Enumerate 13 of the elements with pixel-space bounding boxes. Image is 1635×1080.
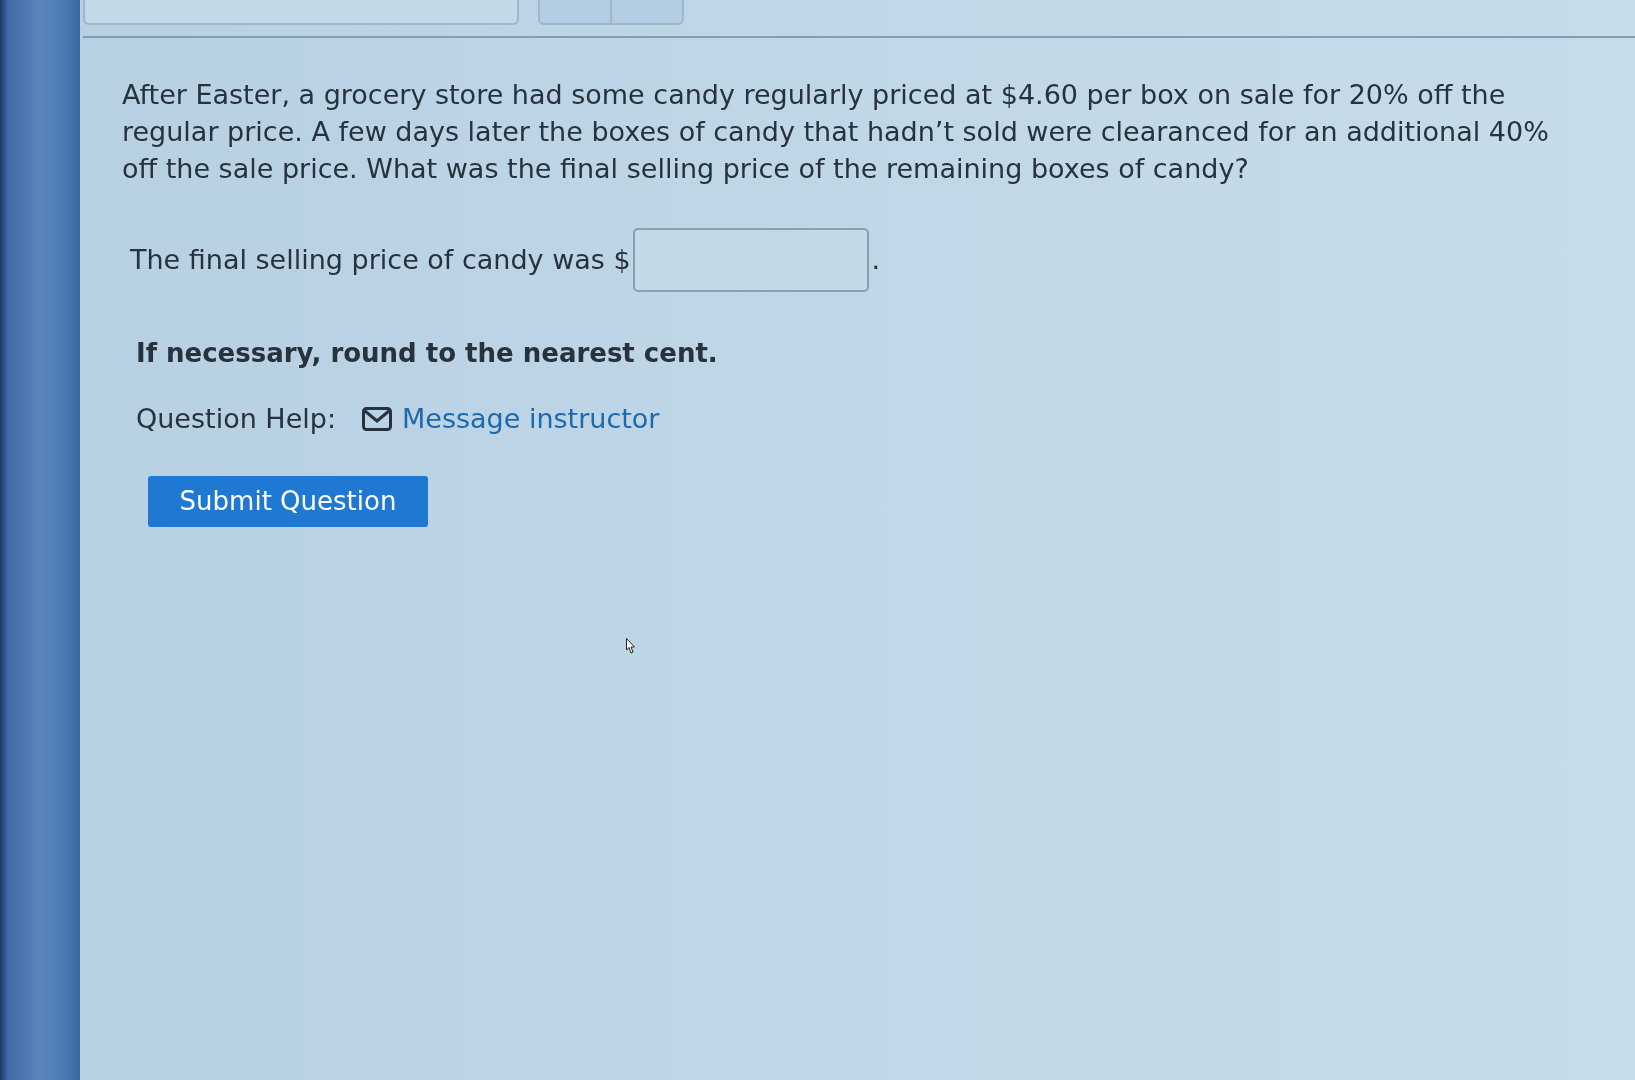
envelope-icon <box>362 407 392 431</box>
rounding-note: If necessary, round to the nearest cent. <box>136 337 718 369</box>
mouse-pointer-icon <box>626 638 635 654</box>
submit-question-button[interactable]: Submit Question <box>148 476 428 527</box>
message-instructor-link[interactable]: Message instructor <box>362 402 660 436</box>
cut-off-button[interactable] <box>611 0 684 25</box>
answer-prompt: The final selling price of candy was $ <box>130 243 631 277</box>
question-text: After Easter, a grocery store had some candy regularly priced at $4.60 per box on sale for 20% off the regular price. A few days later the boxes of candy that hadn’t sold were clearanced for an additional 40% off the sale price. What was the final selling price of the remaining boxes of candy? <box>122 78 1550 186</box>
answer-suffix: . <box>871 243 881 277</box>
answer-field[interactable] <box>632 228 869 292</box>
cut-off-button[interactable] <box>83 0 519 25</box>
question-help-label: Question Help: <box>136 402 336 436</box>
cut-off-button[interactable] <box>538 0 611 25</box>
